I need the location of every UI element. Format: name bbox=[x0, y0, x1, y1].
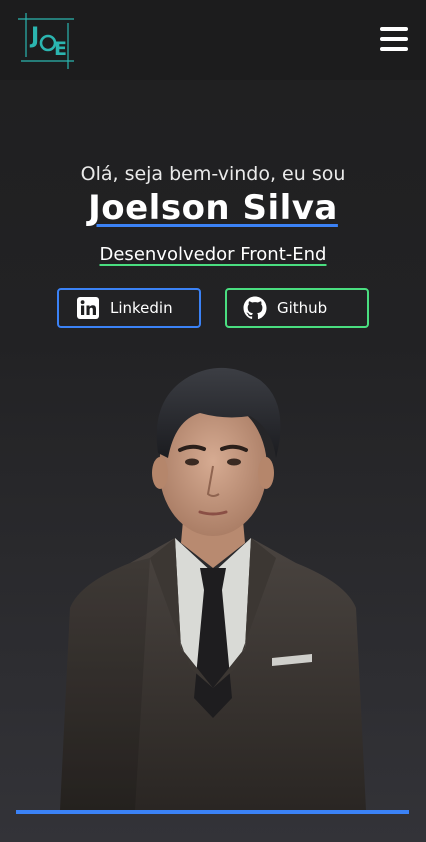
menu-bar bbox=[380, 37, 408, 41]
site-header: J E bbox=[0, 0, 426, 80]
bottom-accent-line bbox=[16, 810, 409, 814]
hamburger-menu-icon[interactable] bbox=[380, 26, 408, 52]
linkedin-button[interactable]: Linkedin bbox=[57, 288, 201, 328]
svg-text:J: J bbox=[29, 24, 39, 49]
github-label: Github bbox=[277, 299, 328, 317]
greeting-text: Olá, seja bem-vindo, eu sou bbox=[80, 163, 346, 185]
github-button[interactable]: Github bbox=[225, 288, 369, 328]
github-icon bbox=[243, 296, 267, 320]
logo-icon: J E bbox=[18, 13, 74, 69]
hero-role: Desenvolvedor Front-End bbox=[99, 244, 327, 265]
portrait-image bbox=[60, 367, 366, 810]
portrait-illustration bbox=[40, 358, 386, 810]
linkedin-icon bbox=[77, 297, 99, 319]
svg-text:E: E bbox=[54, 38, 67, 60]
menu-bar bbox=[380, 47, 408, 51]
menu-bar bbox=[380, 27, 408, 31]
hero-section: Olá, seja bem-vindo, eu sou Joelson Silv… bbox=[0, 160, 426, 268]
hero-name: Joelson Silva bbox=[88, 188, 338, 228]
logo[interactable]: J E bbox=[18, 13, 76, 69]
linkedin-label: Linkedin bbox=[110, 299, 173, 317]
